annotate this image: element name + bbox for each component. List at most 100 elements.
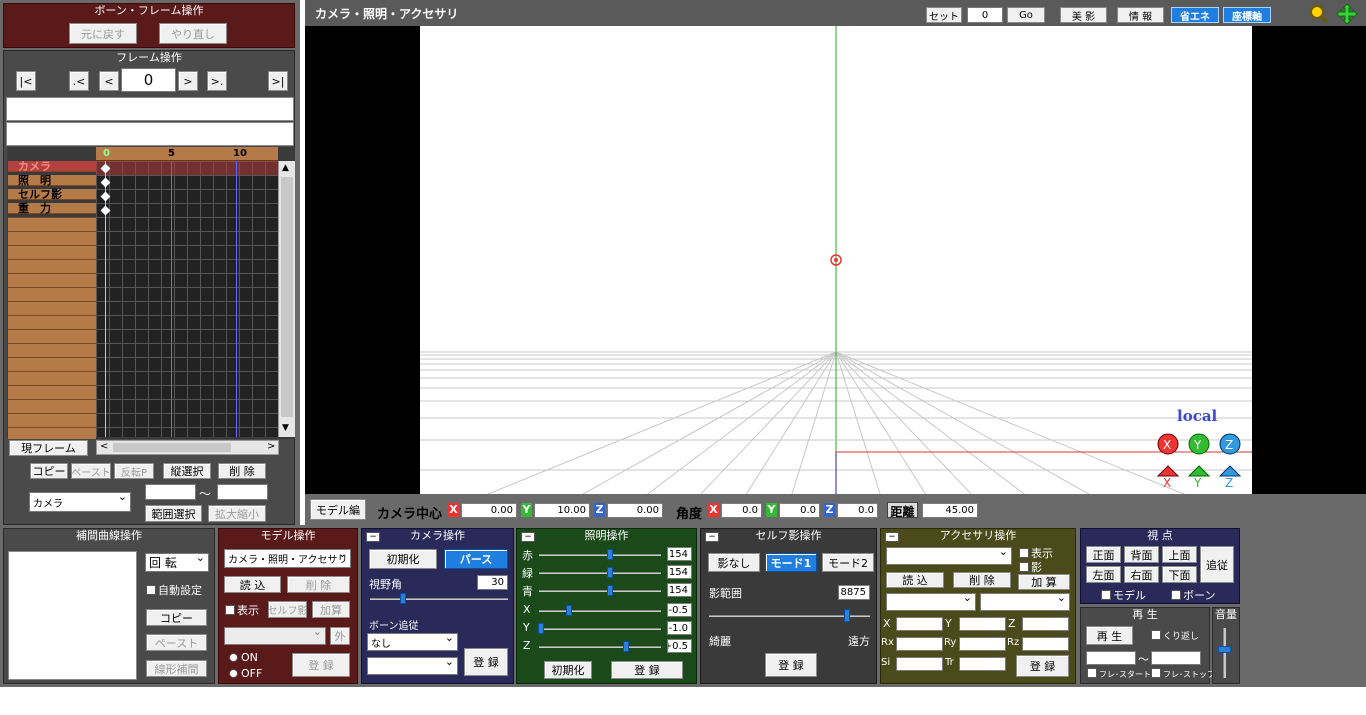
light-g-track[interactable] [539, 572, 661, 574]
paste-button[interactable]: ペースト [71, 463, 111, 479]
light-y-thumb[interactable] [538, 623, 544, 634]
light-z-track[interactable] [539, 646, 661, 648]
shadow-range-input[interactable]: 8875 [838, 585, 870, 600]
camera-register-button[interactable]: 登 録 [464, 648, 508, 676]
frame-start-checkbox[interactable]: フレ･スタート [1087, 668, 1151, 680]
light-b-thumb[interactable] [607, 585, 613, 596]
range-select-button[interactable]: 範囲選択 [145, 505, 202, 522]
hscroll-right-icon[interactable]: > [267, 441, 275, 452]
model-register-button[interactable]: 登 録 [292, 653, 350, 677]
hscroll-left-icon[interactable]: < [100, 441, 108, 452]
go-button[interactable]: Go [1007, 7, 1045, 23]
undo-button[interactable]: 元に戻す [69, 23, 137, 44]
interp-paste-button[interactable]: ペースト [146, 634, 207, 651]
light-x-input[interactable]: -0.5 [667, 603, 692, 617]
scroll-up-icon[interactable]: ▲ [282, 163, 289, 173]
volume-track[interactable] [1223, 628, 1226, 678]
fov-input[interactable]: 30 [477, 575, 508, 590]
light-g-thumb[interactable] [607, 567, 613, 578]
play-end-input[interactable] [1151, 651, 1201, 665]
interp-curve-box[interactable] [8, 551, 137, 680]
play-start-input[interactable] [1086, 651, 1136, 665]
light-b-track[interactable] [539, 590, 661, 592]
model-select-dropdown[interactable]: カメラ [29, 492, 131, 512]
row-camera[interactable]: カメラ [8, 161, 96, 172]
viewport-3d-view[interactable]: local X Y Z X Y Z [420, 26, 1252, 494]
copy-button[interactable]: コピー [30, 463, 68, 479]
shadow-register-button[interactable]: 登 録 [765, 653, 817, 677]
model-edit-button[interactable]: モデル編 [310, 499, 366, 520]
acc-x-input[interactable] [896, 617, 943, 631]
shadow-none-button[interactable]: 影なし [708, 553, 760, 572]
vertical-select-button[interactable]: 縦選択 [163, 463, 211, 479]
angle-x-input[interactable]: 0.0 [721, 503, 762, 518]
model-outside-button[interactable]: 外 [330, 627, 350, 645]
scroll-thumb[interactable] [281, 177, 293, 417]
timeline-hscroll[interactable]: < > [96, 440, 279, 455]
fov-slider-track[interactable] [370, 598, 508, 600]
next-frame-button[interactable]: > [178, 71, 198, 91]
light-register-button[interactable]: 登 録 [611, 661, 683, 679]
model-off-radio[interactable]: OFF [229, 667, 262, 680]
angle-z-input[interactable]: 0.0 [837, 503, 878, 518]
model-self-shadow-button[interactable]: セルフ影 [268, 601, 307, 618]
center-z-input[interactable]: 0.00 [607, 503, 663, 518]
flip-paste-button[interactable]: 反転P [114, 463, 154, 479]
accessory-shadow-checkbox[interactable]: 影 [1019, 559, 1042, 575]
view-bone-checkbox[interactable]: ボーン [1171, 587, 1215, 603]
frame-number-input[interactable]: 0 [121, 68, 176, 92]
light-r-input[interactable]: 154 [667, 547, 692, 561]
view-front-button[interactable]: 正面 [1086, 546, 1121, 563]
view-top-button[interactable]: 上面 [1162, 546, 1197, 563]
current-frame-button[interactable]: 現フレーム [9, 440, 88, 456]
acc-tr-input[interactable] [959, 657, 1006, 671]
scale-button[interactable]: 拡大縮小 [208, 505, 266, 522]
hscroll-thumb[interactable] [113, 443, 231, 452]
light-y-track[interactable] [539, 628, 661, 630]
view-back-button[interactable]: 背面 [1124, 546, 1159, 563]
set-button[interactable]: セット [926, 7, 962, 23]
model-load-button[interactable]: 読 込 [224, 576, 281, 593]
eco-mode-button[interactable]: 省エネ [1171, 7, 1219, 23]
axis-button[interactable]: 座標軸 [1223, 7, 1271, 23]
volume-thumb[interactable] [1218, 646, 1231, 653]
row-gravity[interactable]: 重 力 [8, 203, 96, 214]
loop-checkbox[interactable]: くり返し [1151, 629, 1199, 642]
move-icon[interactable] [1336, 3, 1358, 25]
interp-copy-button[interactable]: コピー [146, 609, 207, 626]
next-key-button[interactable]: >. [207, 71, 227, 91]
bone-follow-bone-dropdown[interactable] [367, 657, 458, 675]
bone-follow-model-dropdown[interactable]: なし [367, 633, 458, 651]
center-x-input[interactable]: 0.00 [461, 503, 517, 518]
acc-rz-input[interactable] [1022, 637, 1069, 651]
first-frame-button[interactable]: |< [16, 71, 36, 91]
distance-input[interactable]: 45.00 [922, 503, 978, 518]
model-on-radio[interactable]: ON [229, 651, 258, 664]
acc-ry-input[interactable] [959, 637, 1006, 651]
delete-frame-button[interactable]: 削 除 [218, 463, 266, 479]
prev-frame-button[interactable]: < [99, 71, 119, 91]
linear-interp-button[interactable]: 線形補間 [146, 660, 207, 677]
accessory-dropdown[interactable] [886, 547, 1012, 565]
model-bone-dropdown[interactable] [224, 627, 326, 645]
camera-init-button[interactable]: 初期化 [369, 549, 437, 569]
beauty-shadow-button[interactable]: 美 影 [1060, 7, 1107, 23]
accessory-register-button[interactable]: 登 録 [1016, 655, 1069, 677]
zoom-icon[interactable] [1309, 4, 1329, 24]
frame-stop-checkbox[interactable]: フレ･ストップ [1151, 668, 1215, 680]
view-bottom-button[interactable]: 下面 [1162, 566, 1197, 583]
light-r-track[interactable] [539, 554, 661, 556]
perspective-button[interactable]: パース [444, 549, 508, 569]
light-init-button[interactable]: 初期化 [544, 661, 592, 679]
timeline-grid[interactable] [96, 161, 278, 437]
acc-y-input[interactable] [959, 617, 1006, 631]
accessory-load-button[interactable]: 読 込 [886, 572, 944, 588]
model-delete-button[interactable]: 削 除 [287, 576, 350, 593]
row-light[interactable]: 照 明 [8, 175, 96, 186]
accessory-bone-dropdown[interactable] [980, 593, 1070, 611]
view-right-button[interactable]: 右面 [1124, 566, 1159, 583]
model-add-button[interactable]: 加算 [312, 601, 350, 618]
shadow-range-thumb[interactable] [844, 609, 850, 622]
info-button[interactable]: 情 報 [1117, 7, 1164, 23]
redo-button[interactable]: やり直し [159, 23, 227, 44]
